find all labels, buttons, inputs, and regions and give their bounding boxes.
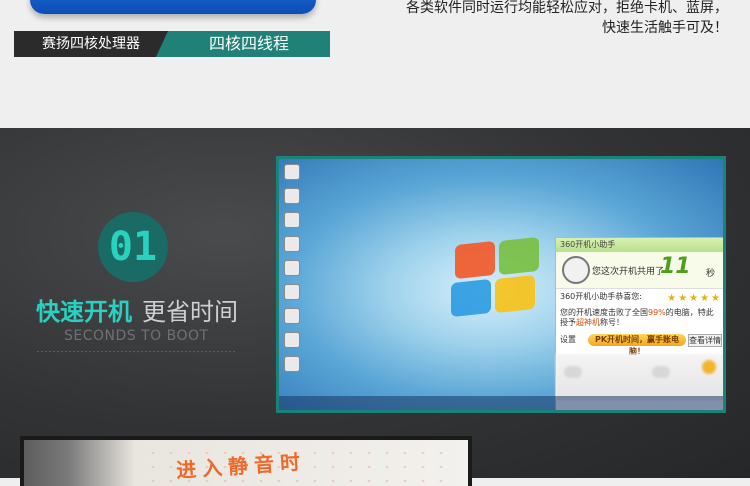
dotted-divider [36, 350, 236, 353]
pk-boot-button[interactable]: PK开机时间，赢手账电脑！ [588, 334, 686, 356]
processor-label-bar: 赛扬四核处理器 四核四线程 [14, 31, 330, 57]
badge-suffix: 称号！ [600, 318, 624, 327]
logo-pane-red [455, 240, 495, 280]
feature-title-light: 更省时间 [142, 298, 238, 326]
congrats-text: 360开机小助手恭喜您: [560, 292, 642, 301]
recycle-bin-icon [285, 213, 299, 227]
badge-name: 超神机 [576, 318, 600, 327]
product-image-bottom [30, 0, 316, 14]
settings-link[interactable]: 设置 [560, 335, 576, 344]
result-prefix: 您的开机速度击败了全国 [560, 308, 648, 317]
next-feature-photo: 进入静音时 [20, 436, 472, 486]
desktop-icons [283, 161, 313, 381]
popup-header: 360开机小助手 [556, 238, 723, 252]
folder-icon [285, 189, 299, 203]
processor-label: 赛扬四核处理器 [14, 31, 168, 57]
cloud-icon [652, 366, 670, 378]
taskbar [279, 396, 723, 410]
congrats-row: 360开机小助手恭喜您: ★★★★★ [556, 288, 723, 305]
media-icon [285, 333, 299, 347]
description-line-2: 快速生活触手可及！ [602, 20, 728, 36]
logo-pane-green [499, 236, 539, 276]
settings-icon [285, 309, 299, 323]
top-section: 赛扬四核处理器 四核四线程 各类软件同时运行均能轻松应对，拒绝卡机、蓝屏， 快速… [0, 0, 750, 128]
result-percent: 99% [648, 308, 666, 317]
boot-assistant-popup: 360开机小助手 您这次开机共用了 11 秒 360开机小助手恭喜您: ★★★★… [555, 237, 723, 410]
weather-widget-blurred [556, 354, 723, 400]
feature-title: 快速开机 更省时间 [36, 292, 238, 327]
desktop-screenshot: 360开机小助手 您这次开机共用了 11 秒 360开机小助手恭喜您: ★★★★… [276, 156, 726, 413]
description-line-1: 各类软件同时运行均能轻松应对，拒绝卡机、蓝屏， [406, 0, 728, 16]
sun-icon [702, 360, 716, 374]
result-message: 您的开机速度击败了全国99%的电脑，特此授予超神机称号！ [556, 305, 723, 333]
rating-stars-icon: ★★★★★ [667, 293, 722, 304]
security-icon [285, 261, 299, 275]
thread-label: 四核四线程 [156, 31, 330, 57]
computer-icon [285, 165, 299, 179]
view-details-button[interactable]: 查看详情 [688, 334, 722, 347]
stopwatch-icon [562, 256, 590, 284]
browser-icon [285, 237, 299, 251]
popup-actions: 设置 PK开机时间，赢手账电脑！ 查看详情 [556, 333, 723, 356]
description-text: 各类软件同时运行均能轻松应对，拒绝卡机、蓝屏， 快速生活触手可及！ [406, 0, 728, 38]
feature-title-strong: 快速开机 [36, 298, 132, 326]
boot-time-unit: 秒 [706, 269, 716, 279]
boot-time-seconds: 11 [660, 254, 691, 279]
windows-logo-icon [449, 236, 549, 318]
app-icon [285, 285, 299, 299]
feature-number-badge: 01 [98, 212, 168, 282]
logo-pane-yellow [495, 274, 535, 314]
shortcut-icon [285, 357, 299, 371]
boot-time-row: 您这次开机共用了 11 秒 [556, 252, 723, 288]
cloud-icon [564, 366, 582, 378]
logo-pane-blue [451, 278, 491, 318]
boot-time-label: 您这次开机共用了 [592, 267, 665, 277]
feature-subtitle: SECONDS TO BOOT [64, 328, 209, 344]
